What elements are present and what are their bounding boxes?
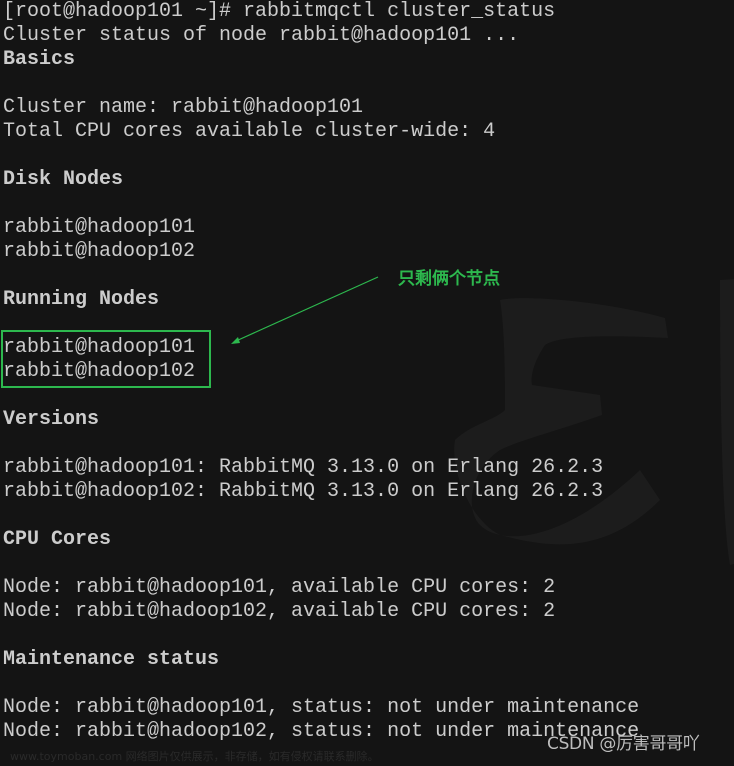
section-heading: Maintenance status	[3, 648, 220, 671]
command-line: [root@hadoop101 ~]# rabbitmqctl cluster_…	[3, 0, 556, 23]
output-line: rabbit@hadoop101: RabbitMQ 3.13.0 on Erl…	[3, 456, 604, 479]
output-line	[3, 144, 639, 168]
output-line: Node: rabbit@hadoop102, available CPU co…	[3, 600, 556, 623]
section-heading: Basics	[3, 48, 76, 71]
output-line: Node: rabbit@hadoop102, status: not unde…	[3, 720, 640, 743]
output-line: Cluster name: rabbit@hadoop101	[3, 96, 364, 119]
output-line	[3, 72, 639, 96]
section-heading: CPU Cores	[3, 528, 112, 551]
site-watermark: www.toymoban.com 网络图片仅供展示，非存储，如有侵权请联系删除。	[10, 750, 379, 763]
erlang-logo-l-shape	[720, 279, 734, 565]
section-heading: Running Nodes	[3, 288, 160, 311]
running-nodes-highlight-box	[1, 330, 211, 388]
output-line	[3, 624, 639, 648]
section-heading: Disk Nodes	[3, 168, 124, 191]
output-line: rabbit@hadoop101	[3, 216, 196, 239]
section-heading: Versions	[3, 408, 100, 431]
output-line	[3, 192, 639, 216]
annotation-label: 只剩俩个节点	[398, 269, 500, 289]
output-line: Node: rabbit@hadoop101, available CPU co…	[3, 576, 556, 599]
output-line	[3, 432, 639, 456]
output-line: Total CPU cores available cluster-wide: …	[3, 120, 496, 143]
terminal-window[interactable]: [root@hadoop101 ~]# rabbitmqctl cluster_…	[0, 0, 734, 766]
output-line	[3, 264, 639, 288]
output-line: Node: rabbit@hadoop101, status: not unde…	[3, 696, 640, 719]
output-line	[3, 552, 639, 576]
output-line: Cluster status of node rabbit@hadoop101 …	[3, 24, 520, 47]
output-line	[3, 504, 639, 528]
csdn-watermark: CSDN @厉害哥哥吖	[547, 734, 700, 754]
output-line	[3, 672, 639, 696]
output-line: rabbit@hadoop102: RabbitMQ 3.13.0 on Erl…	[3, 480, 604, 503]
output-line: rabbit@hadoop102	[3, 240, 196, 263]
